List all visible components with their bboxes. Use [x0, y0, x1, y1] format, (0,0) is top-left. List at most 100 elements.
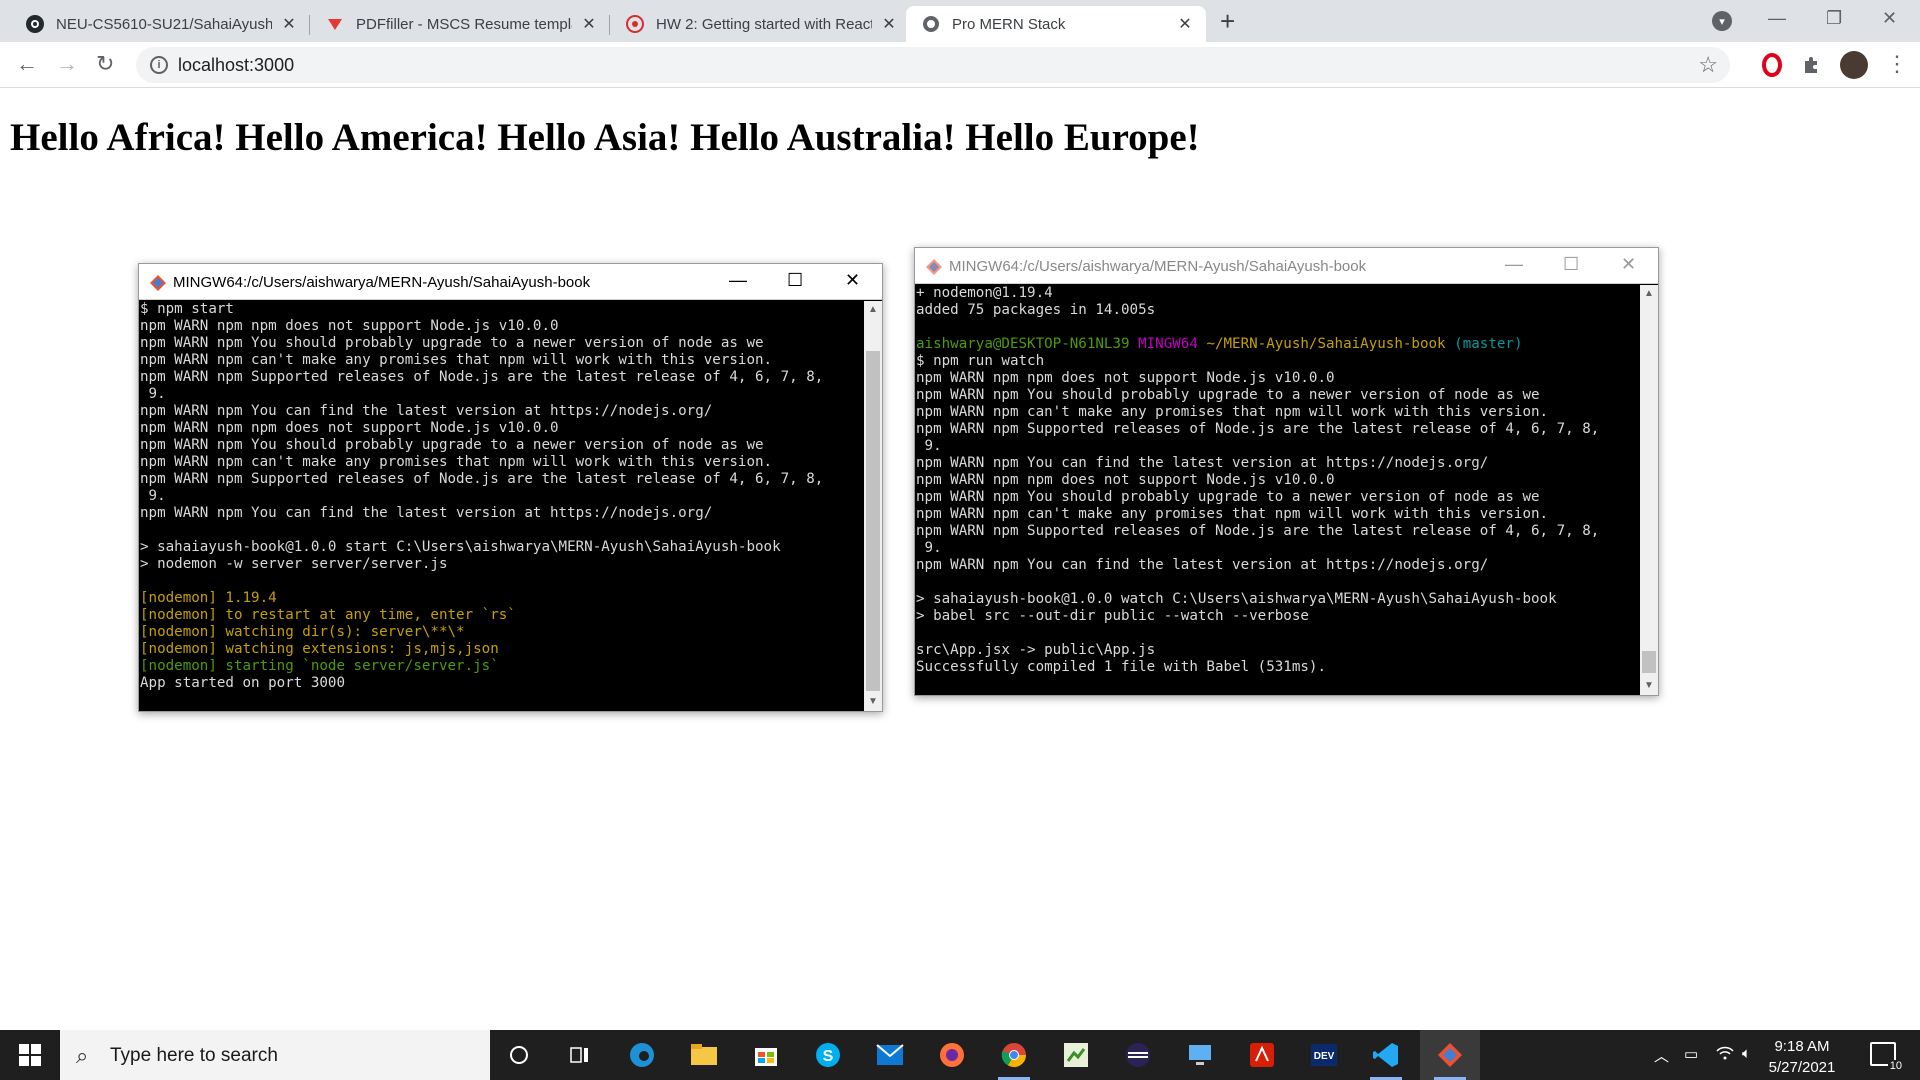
wifi-icon[interactable]	[1716, 1045, 1734, 1065]
microsoft-store-icon[interactable]	[750, 1039, 782, 1071]
close-terminal-button[interactable]: ✕	[845, 270, 860, 291]
minimize-window-button[interactable]: —	[1768, 8, 1786, 29]
devcpp-icon[interactable]: DEV	[1308, 1039, 1340, 1071]
terminal-line: npm WARN npm npm does not support Node.j…	[140, 420, 559, 436]
profile-avatar[interactable]	[1840, 51, 1868, 79]
tab-search-icon[interactable]: ▾	[1712, 11, 1732, 31]
close-tab-icon[interactable]: ✕	[880, 14, 898, 34]
terminal-line: [nodemon] 1.19.4	[140, 590, 277, 606]
taskbar-search-box[interactable]: ⌕ Type here to search	[60, 1030, 490, 1080]
terminal-window-npm-watch[interactable]: MINGW64:/c/Users/aishwarya/MERN-Ayush/Sa…	[914, 247, 1659, 696]
prompt-branch: (master)	[1454, 336, 1523, 352]
acrobat-icon[interactable]	[1246, 1039, 1278, 1071]
restore-window-button[interactable]: ❐	[1826, 8, 1842, 29]
terminal-title-bar[interactable]: MINGW64:/c/Users/aishwarya/MERN-Ayush/Sa…	[139, 264, 882, 300]
windows-taskbar: ⌕ Type here to search S DEV ︿ ▭ 🔈︎ 9:18 …	[0, 1030, 1920, 1080]
terminal-line: npm WARN npm npm does not support Node.j…	[140, 318, 559, 334]
terminal-output[interactable]: $ npm start npm WARN npm npm does not sup…	[139, 301, 864, 711]
maximize-terminal-button[interactable]: ☐	[787, 270, 803, 291]
battery-icon[interactable]: ▭	[1684, 1045, 1698, 1063]
tab-github[interactable]: NEU-CS5610-SU21/SahaiAyush-book ✕	[10, 6, 310, 42]
terminal-output[interactable]: + nodemon@1.19.4 added 75 packages in 14.…	[915, 285, 1640, 695]
remote-desktop-icon[interactable]	[1184, 1039, 1216, 1071]
action-center-icon[interactable]: 10	[1870, 1042, 1904, 1072]
prompt-sys: MINGW64	[1138, 336, 1198, 352]
terminal-line: npm WARN npm You can find the latest ver…	[916, 455, 1489, 471]
opera-extension-icon[interactable]	[1760, 53, 1784, 77]
terminal-line: App started on port 3000	[140, 675, 345, 691]
volume-icon[interactable]: 🔈︎	[1742, 1045, 1751, 1062]
terminal-line: npm WARN npm Supported releases of Node.…	[916, 421, 1600, 437]
chrome-icon[interactable]	[998, 1039, 1030, 1080]
terminal-line: npm WARN npm Supported releases of Node.…	[140, 471, 824, 487]
windows-start-icon[interactable]	[0, 1030, 60, 1080]
terminal-line: $ npm start	[140, 301, 234, 317]
reload-icon[interactable]: ↻	[96, 52, 114, 76]
terminal-window-npm-start[interactable]: MINGW64:/c/Users/aishwarya/MERN-Ayush/Sa…	[138, 263, 883, 712]
terminal-line: npm WARN npm You should probably upgrade…	[916, 489, 1540, 505]
tab-title: HW 2: Getting started with React	[656, 15, 872, 33]
terminal-line: npm WARN npm can't make any promises tha…	[916, 404, 1549, 420]
mail-icon[interactable]	[874, 1039, 906, 1071]
scroll-down-arrow-icon[interactable]: ▼	[1640, 677, 1658, 695]
terminal-line: > sahaiayush-book@1.0.0 start C:\Users\a…	[140, 539, 781, 555]
show-hidden-icons-chevron-icon[interactable]: ︿	[1654, 1045, 1669, 1066]
browser-toolbar: ← → ↻ i localhost:3000 ☆ ⋮	[0, 42, 1920, 88]
scrollbar-thumb[interactable]	[866, 351, 880, 691]
edge-browser-icon[interactable]	[626, 1039, 658, 1071]
tab-pdffiller[interactable]: PDFfiller - MSCS Resume template ✕	[310, 6, 610, 42]
maximize-terminal-button[interactable]: ☐	[1563, 254, 1579, 275]
bash-prompt-line: aishwarya@DESKTOP-N61NL39 MINGW64 ~/MERN…	[916, 336, 1640, 353]
clock-date: 5/27/2021	[1768, 1059, 1836, 1076]
extensions-puzzle-icon[interactable]	[1800, 53, 1824, 77]
skype-icon[interactable]: S	[812, 1039, 844, 1071]
file-explorer-icon[interactable]	[688, 1039, 720, 1071]
terminal-scrollbar[interactable]: ▲ ▼	[864, 301, 882, 711]
search-icon: ⌕	[76, 1043, 89, 1068]
globe-icon	[922, 15, 940, 33]
terminal-line: > nodemon -w server server/server.js	[140, 556, 448, 572]
close-terminal-button[interactable]: ✕	[1621, 254, 1636, 275]
svg-text:S: S	[823, 1048, 834, 1065]
minimize-terminal-button[interactable]: —	[729, 270, 747, 291]
menu-kebab-icon[interactable]: ⋮	[1886, 52, 1908, 76]
scroll-down-arrow-icon[interactable]: ▼	[864, 693, 882, 711]
new-tab-button[interactable]: +	[1220, 8, 1235, 34]
page-heading: Hello Africa! Hello America! Hello Asia!…	[10, 116, 1200, 159]
scrollbar-thumb[interactable]	[1642, 651, 1656, 673]
neu-icon	[626, 15, 644, 33]
close-tab-icon[interactable]: ✕	[580, 14, 598, 34]
address-bar[interactable]: i localhost:3000 ☆	[136, 47, 1730, 83]
tab-hw2[interactable]: HW 2: Getting started with React ✕	[610, 6, 910, 42]
browser-tab-strip: NEU-CS5610-SU21/SahaiAyush-book ✕ PDFfil…	[0, 0, 1920, 42]
system-clock[interactable]: 9:18 AM 5/27/2021	[1762, 1036, 1842, 1078]
vscode-icon[interactable]	[1370, 1039, 1402, 1080]
terminal-scrollbar[interactable]: ▲ ▼	[1640, 285, 1658, 695]
close-tab-icon[interactable]: ✕	[1176, 14, 1194, 34]
scroll-up-arrow-icon[interactable]: ▲	[864, 301, 882, 319]
eclipse-icon[interactable]	[1122, 1039, 1154, 1071]
site-info-icon[interactable]: i	[150, 56, 168, 74]
terminal-title-bar[interactable]: MINGW64:/c/Users/aishwarya/MERN-Ayush/Sa…	[915, 248, 1658, 284]
scroll-up-arrow-icon[interactable]: ▲	[1640, 285, 1658, 303]
firefox-icon[interactable]	[936, 1039, 968, 1071]
git-bash-taskbar-icon[interactable]	[1434, 1039, 1466, 1080]
task-view-icon[interactable]	[564, 1039, 596, 1071]
excel-icon[interactable]	[1060, 1039, 1092, 1071]
terminal-line: npm WARN npm can't make any promises tha…	[916, 506, 1549, 522]
cortana-icon[interactable]	[503, 1039, 535, 1071]
back-arrow-icon[interactable]: ←	[16, 52, 38, 76]
git-bash-icon	[149, 274, 167, 292]
prompt-user: aishwarya@DESKTOP-N61NL39	[916, 336, 1130, 352]
url-text[interactable]: localhost:3000	[178, 55, 294, 76]
tab-title: NEU-CS5610-SU21/SahaiAyush-book	[56, 15, 272, 33]
terminal-line: 9.	[140, 386, 166, 402]
close-window-button[interactable]: ✕	[1882, 8, 1897, 29]
minimize-terminal-button[interactable]: —	[1505, 254, 1523, 275]
tab-pro-mern-stack[interactable]: Pro MERN Stack ✕	[906, 6, 1206, 42]
forward-arrow-icon[interactable]: →	[56, 52, 78, 76]
bookmark-star-icon[interactable]: ☆	[1698, 52, 1718, 78]
terminal-line: Successfully compiled 1 file with Babel …	[916, 659, 1326, 675]
close-tab-icon[interactable]: ✕	[280, 14, 298, 34]
